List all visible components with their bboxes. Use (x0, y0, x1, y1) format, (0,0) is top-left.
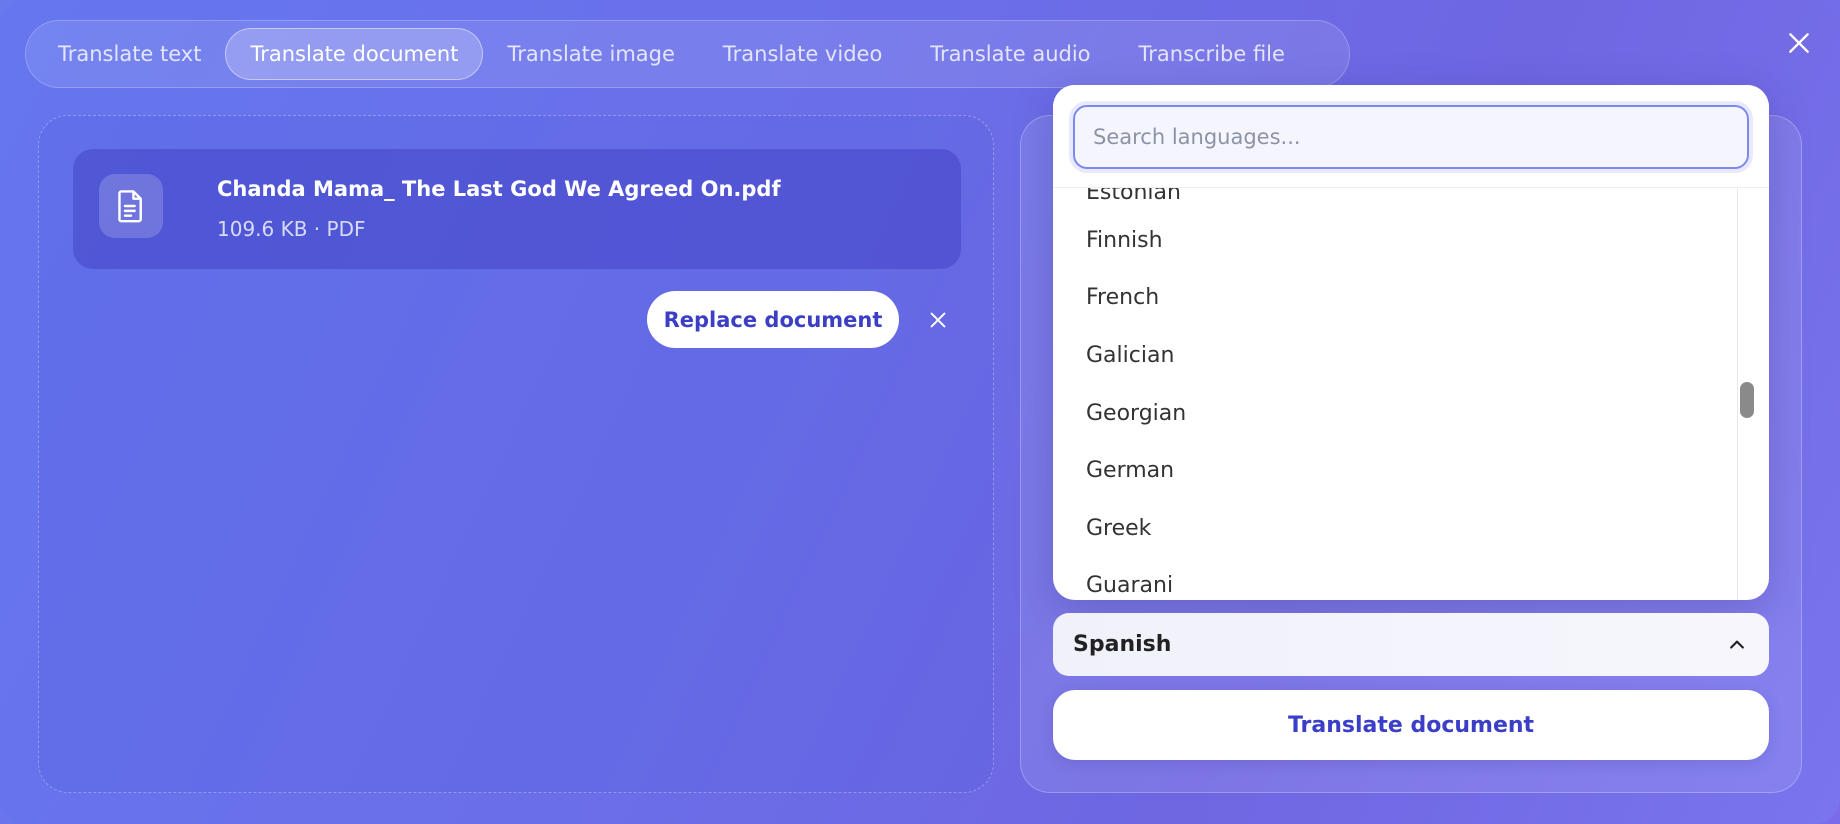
document-icon (99, 174, 163, 238)
file-name: Chanda Mama_ The Last God We Agreed On.p… (217, 177, 781, 201)
tab-translate-document[interactable]: Translate document (225, 28, 484, 80)
close-icon[interactable] (1786, 30, 1812, 56)
remove-file-icon[interactable] (927, 309, 949, 331)
language-list-scrollbar[interactable] (1740, 382, 1754, 418)
tab-translate-image[interactable]: Translate image (483, 28, 698, 80)
translate-modal: Translate text Translate document Transl… (0, 0, 1840, 824)
language-option[interactable]: Greek (1086, 516, 1151, 541)
file-meta: 109.6 KB · PDF (217, 217, 366, 241)
replace-document-button[interactable]: Replace document (647, 291, 899, 348)
chevron-up-icon (1730, 640, 1744, 649)
language-list: Estonian Finnish French Galician Georgia… (1053, 188, 1738, 600)
language-option[interactable]: Galician (1086, 343, 1174, 368)
language-option[interactable]: Georgian (1086, 401, 1186, 426)
language-search-wrap (1053, 85, 1769, 188)
document-upload-area: Chanda Mama_ The Last God We Agreed On.p… (38, 115, 994, 793)
tab-translate-text[interactable]: Translate text (34, 28, 225, 80)
uploaded-file-card: Chanda Mama_ The Last God We Agreed On.p… (73, 149, 961, 269)
language-option[interactable]: Estonian (1086, 188, 1181, 205)
selected-language: Spanish (1073, 632, 1172, 657)
tab-transcribe-file[interactable]: Transcribe file (1115, 28, 1309, 80)
tab-translate-audio[interactable]: Translate audio (906, 28, 1114, 80)
translate-document-button[interactable]: Translate document (1053, 690, 1769, 760)
language-option[interactable]: Guarani (1086, 573, 1173, 598)
mode-tabs: Translate text Translate document Transl… (25, 20, 1350, 88)
language-option[interactable]: French (1086, 285, 1159, 310)
language-option[interactable]: German (1086, 458, 1174, 483)
target-language-select[interactable]: Spanish (1053, 613, 1769, 676)
language-dropdown: Estonian Finnish French Galician Georgia… (1053, 85, 1769, 600)
language-option[interactable]: Finnish (1086, 228, 1163, 253)
tab-translate-video[interactable]: Translate video (699, 28, 906, 80)
language-search-input[interactable] (1069, 101, 1753, 173)
